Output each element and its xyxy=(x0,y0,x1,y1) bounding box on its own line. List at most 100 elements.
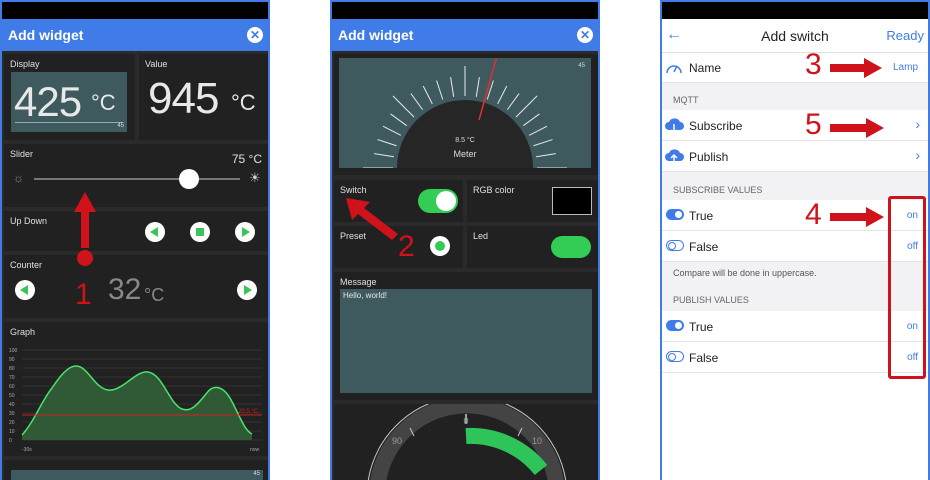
graph-y-tick: 60 xyxy=(9,384,15,390)
graph-widget[interactable]: Graph 100 90 80 70 60 50 40 30 20 10 0 20.5 °C -30… xyxy=(4,322,268,456)
display-underline xyxy=(15,122,123,123)
sun-dim-icon: ☼ xyxy=(13,171,24,185)
annotation-number-4: 4 xyxy=(805,198,822,231)
meter-widget[interactable]: 8.5 °C Meter 45 xyxy=(334,54,598,175)
message-text: Hello, world! xyxy=(343,291,388,300)
slider-widget[interactable]: Slider 75 °C ☼ ☀ xyxy=(4,144,268,207)
graph-y-tick: 0 xyxy=(9,438,12,444)
dial-label-left: 90 xyxy=(392,436,402,446)
graph-x-end: now xyxy=(250,447,260,453)
down-button[interactable] xyxy=(145,222,165,242)
close-icon[interactable]: ✕ xyxy=(247,27,263,43)
counter-widget[interactable]: Counter 32 °C xyxy=(4,255,268,318)
meter-tick xyxy=(377,139,397,147)
display-value: 425 xyxy=(14,78,82,125)
graph-y-tick: 70 xyxy=(9,375,15,381)
slider-handle[interactable] xyxy=(178,169,199,189)
meter-tick xyxy=(390,113,408,127)
annotation-number-2: 2 xyxy=(398,230,415,263)
meter-tick xyxy=(382,125,402,136)
chevron-right-icon: › xyxy=(915,116,920,132)
increment-button[interactable] xyxy=(237,280,257,300)
annotation-number-3: 3 xyxy=(805,48,822,81)
true-label: True xyxy=(689,320,714,334)
message-widget[interactable]: Message Hello, world! xyxy=(334,272,598,400)
graph-chart: 1009080706050403020100 20.5 °C -30s now xyxy=(9,348,262,453)
graph-y-tick: 20 xyxy=(9,420,15,426)
graph-y-tick: 100 xyxy=(9,348,18,354)
widget-label: Counter xyxy=(10,260,43,270)
preset-dot-icon xyxy=(435,241,445,251)
annotation-arrow-4 xyxy=(830,207,884,227)
graph-x-start: -30s xyxy=(22,447,32,453)
toggle-off-icon xyxy=(666,240,684,251)
toggle-on-icon xyxy=(666,209,684,220)
graph-y-tick: 10 xyxy=(9,429,15,435)
widget-label: RGB color xyxy=(473,185,515,195)
switch-toggle[interactable] xyxy=(418,189,458,213)
meter-widget-partial[interactable]: 45 xyxy=(4,460,268,480)
decrement-button[interactable] xyxy=(15,280,35,300)
meter-face: 8.5 °C Meter 45 xyxy=(339,58,591,168)
stop-button[interactable] xyxy=(190,222,210,242)
updown-widget[interactable]: Up Down xyxy=(4,211,268,251)
subscribe-row[interactable]: Subscribe › xyxy=(662,110,928,141)
counter-value: 32 xyxy=(108,273,142,306)
publish-label: Publish xyxy=(689,150,729,164)
slider-track[interactable] xyxy=(34,178,240,180)
section-title: SUBSCRIBE VALUES xyxy=(673,185,763,195)
annotation-arrow-1 xyxy=(74,192,96,266)
value-unit: °C xyxy=(231,90,256,115)
value-widget[interactable]: Value 945 °C xyxy=(139,54,268,140)
annotation-number-5: 5 xyxy=(805,108,822,141)
false-label: False xyxy=(689,351,719,365)
meter-tick xyxy=(422,85,433,105)
dial-gauge: 0 90 10 xyxy=(367,395,567,480)
false-label: False xyxy=(689,240,719,254)
page-title: Add widget xyxy=(8,27,84,43)
widget-screen-1: Add widget ✕ Display 425 °C 45 Value 945… xyxy=(0,0,270,480)
name-label: Name xyxy=(689,61,722,75)
meter-tick xyxy=(528,125,548,136)
app-bar: Add widget ✕ xyxy=(332,19,598,51)
widget-label: Led xyxy=(473,231,489,241)
annotation-arrow-5 xyxy=(830,118,884,138)
widget-label: Switch xyxy=(340,185,367,195)
ready-button[interactable]: Ready xyxy=(886,28,924,43)
status-bar xyxy=(662,2,928,19)
meter-tick xyxy=(497,85,508,105)
widget-label: Up Down xyxy=(10,216,48,226)
value-number: 945 xyxy=(148,74,219,123)
rgb-color-widget[interactable]: RGB color xyxy=(467,180,598,222)
meter-gauge: 8.5 °C Meter 45 xyxy=(363,58,586,168)
graph-y-tick: 50 xyxy=(9,393,15,399)
cloud-download-icon xyxy=(665,118,684,134)
up-button[interactable] xyxy=(235,222,255,242)
meter-preview: 45 xyxy=(11,470,263,480)
close-icon[interactable]: ✕ xyxy=(577,27,593,43)
meter-tick xyxy=(522,113,540,127)
display-widget[interactable]: Display 425 °C 45 xyxy=(4,54,135,140)
graph-threshold-label: 20.5 °C xyxy=(238,409,259,415)
cloud-upload-icon xyxy=(665,149,684,164)
empty-area xyxy=(662,374,928,480)
true-label: True xyxy=(689,209,714,223)
widget-label: Value xyxy=(145,59,168,69)
meter-tick xyxy=(410,93,424,111)
display-unit: °C xyxy=(91,90,116,115)
preset-button[interactable] xyxy=(430,236,450,256)
meter-tick xyxy=(533,139,553,147)
led-widget[interactable]: Led xyxy=(467,226,598,268)
annotation-arrow-2 xyxy=(346,198,398,240)
dial-widget[interactable]: 0 90 10 xyxy=(334,395,598,480)
status-bar xyxy=(2,2,268,19)
widget-label: Graph xyxy=(10,327,36,337)
gauge-icon xyxy=(666,65,682,74)
name-row[interactable]: Name Lamp xyxy=(662,53,928,83)
triangle-left-icon xyxy=(150,227,158,237)
rgb-swatch[interactable] xyxy=(552,187,592,215)
publish-row[interactable]: Publish › xyxy=(662,141,928,172)
name-value[interactable]: Lamp xyxy=(893,62,918,73)
annotation-number-1: 1 xyxy=(75,278,92,311)
meter-tick xyxy=(374,153,394,158)
